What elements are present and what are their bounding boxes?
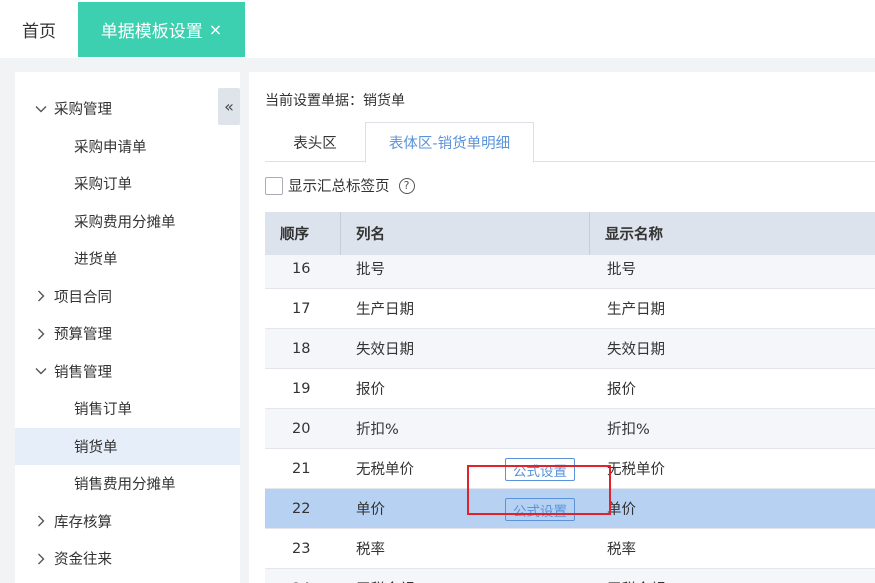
column-name-text: 折扣% bbox=[356, 422, 399, 438]
cell-display-name[interactable]: 单价 bbox=[590, 489, 875, 528]
section-tabs: 表头区 表体区-销货单明细 bbox=[265, 122, 875, 163]
table-row[interactable]: 23 税率 税率 bbox=[265, 529, 875, 569]
table-row[interactable]: 17 生产日期 生产日期 bbox=[265, 289, 875, 329]
column-name-text: 单价 bbox=[356, 502, 385, 518]
sidebar-item-label: 采购申请单 bbox=[74, 139, 147, 156]
table-row[interactable]: 24无税金额无税金额 bbox=[265, 569, 875, 583]
cell-seq: 23 bbox=[292, 540, 311, 557]
sidebar-item-label: 采购管理 bbox=[54, 102, 112, 118]
tab-label: 单据模板设置 bbox=[100, 22, 203, 42]
sidebar-item[interactable]: 预算管理 bbox=[15, 315, 240, 352]
sidebar-item-label: 销售费用分摊单 bbox=[74, 477, 176, 493]
sidebar-item[interactable]: 库存核算 bbox=[15, 503, 240, 540]
chevron-right-icon[interactable] bbox=[35, 515, 47, 527]
sidebar-item[interactable]: 销售订单 bbox=[15, 390, 240, 427]
cell-display-name[interactable]: 税率 bbox=[590, 529, 875, 568]
sidebar-item[interactable]: 销售管理 bbox=[15, 353, 240, 390]
cell-column-name: 报价 bbox=[341, 369, 590, 408]
column-name-text: 报价 bbox=[356, 382, 385, 398]
cell-display-name[interactable]: 生产日期 bbox=[590, 289, 875, 328]
top-tab-bar: 首页 单据模板设置 × bbox=[0, 0, 875, 58]
sidebar-item[interactable]: 采购订单 bbox=[15, 165, 240, 202]
column-name-text: 无税单价 bbox=[356, 462, 414, 478]
sidebar-item-label: 库存核算 bbox=[54, 514, 112, 531]
sidebar-item[interactable]: 资金往来 bbox=[15, 540, 240, 577]
table-row[interactable]: 18 失效日期 失效日期 bbox=[265, 329, 875, 369]
sidebar-item-label: 采购费用分摊单 bbox=[74, 214, 176, 231]
sidebar-item-label: 进货单 bbox=[74, 252, 118, 268]
sidebar-item-label: 销货单 bbox=[74, 439, 118, 456]
sidebar-item-label: 项目合同 bbox=[54, 289, 112, 306]
cell-display-name[interactable]: 报价 bbox=[590, 369, 875, 408]
sidebar-item-label: 销售管理 bbox=[54, 364, 112, 381]
sidebar-item-label: 预算管理 bbox=[54, 327, 112, 343]
header-seq: 顺序 bbox=[265, 212, 341, 255]
cell-seq: 21 bbox=[292, 460, 311, 477]
column-name-text: 无税金额 bbox=[356, 578, 414, 583]
header-column-name: 列名 bbox=[341, 212, 590, 255]
cell-column-name: 税率 bbox=[341, 529, 590, 568]
cell-column-name: 折扣% bbox=[341, 409, 590, 448]
current-document-label: 当前设置单据：销货单 bbox=[265, 93, 405, 109]
cell-display-name[interactable]: 失效日期 bbox=[590, 329, 875, 368]
show-summary-label: 显示汇总标签页 bbox=[288, 179, 390, 195]
show-summary-option: 显示汇总标签页 ? bbox=[265, 175, 415, 196]
chevron-right-icon[interactable] bbox=[35, 328, 47, 340]
tab-document-template-settings[interactable]: 单据模板设置 × bbox=[78, 2, 245, 57]
cell-display-name[interactable]: 无税单价 bbox=[590, 449, 875, 488]
cell-column-name: 失效日期 bbox=[341, 329, 590, 368]
sidebar-item[interactable]: 采购申请单 bbox=[15, 128, 240, 165]
column-name-text: 生产日期 bbox=[356, 302, 414, 318]
column-name-text: 批号 bbox=[356, 262, 385, 278]
sidebar-item-label: 资金往来 bbox=[54, 552, 112, 568]
table-row[interactable]: 19 报价 报价 bbox=[265, 369, 875, 409]
spacer bbox=[0, 58, 875, 72]
collapse-sidebar-button[interactable]: « bbox=[218, 88, 240, 125]
table-row[interactable]: 20 折扣% 折扣% bbox=[265, 409, 875, 449]
cell-display-name[interactable]: 折扣% bbox=[590, 409, 875, 448]
help-icon[interactable]: ? bbox=[398, 177, 415, 194]
cell-seq: 18 bbox=[292, 340, 311, 357]
sidebar-item-label: 销售订单 bbox=[74, 402, 132, 418]
tab-header-area[interactable]: 表头区 bbox=[265, 122, 365, 162]
cell-seq: 22 bbox=[292, 500, 311, 517]
cell-column-name: 生产日期 bbox=[341, 289, 590, 328]
table-header: 顺序 列名 显示名称 bbox=[265, 212, 875, 255]
table-body: 16 批号 批号 17 生产日期 生产日期 18 失效日期 失效日期 19 报价 报价 20 折扣% 折扣%… bbox=[265, 249, 875, 583]
cell-seq: 20 bbox=[292, 420, 311, 437]
sidebar-item[interactable]: 销货单 bbox=[15, 427, 240, 465]
sidebar-item[interactable]: 进货单 bbox=[15, 240, 240, 277]
cell-seq: 19 bbox=[292, 380, 311, 397]
header-display-name: 显示名称 bbox=[605, 227, 663, 243]
tab-body-area[interactable]: 表体区-销货单明细 bbox=[365, 122, 534, 163]
sidebar-item[interactable]: 销售费用分摊单 bbox=[15, 465, 240, 502]
sidebar-item[interactable]: 采购管理 bbox=[15, 90, 240, 127]
cell-seq: 24 bbox=[265, 569, 341, 583]
show-summary-checkbox[interactable] bbox=[265, 176, 283, 195]
close-icon[interactable]: × bbox=[209, 20, 222, 39]
columns-table: 顺序 列名 显示名称 16 批号 批号 17 生产日期 生产日期 18 失效日期 失效日期 19 报… bbox=[265, 212, 875, 583]
sidebar-item[interactable]: 采购费用分摊单 bbox=[15, 203, 240, 240]
cell-display-name[interactable]: 无税金额 bbox=[590, 569, 875, 583]
cell-seq: 17 bbox=[292, 300, 311, 317]
sidebar: 采购管理采购申请单采购订单采购费用分摊单 进货单项目合同预算管理销售管理销售订单销… bbox=[15, 72, 240, 583]
table-row[interactable]: 16 批号 批号 bbox=[265, 249, 875, 289]
chevron-down-icon[interactable] bbox=[35, 103, 47, 115]
chevron-right-icon[interactable] bbox=[35, 290, 47, 302]
sidebar-item-label: 采购订单 bbox=[74, 177, 132, 193]
chevron-right-icon[interactable] bbox=[35, 553, 47, 565]
sidebar-item[interactable]: 项目合同 bbox=[15, 278, 240, 315]
column-name-text: 失效日期 bbox=[356, 342, 414, 358]
chevron-down-icon[interactable] bbox=[35, 365, 47, 377]
cell-column-name: 无税金额 bbox=[341, 569, 590, 583]
red-annotation-box bbox=[467, 465, 611, 515]
column-name-text: 税率 bbox=[356, 542, 385, 558]
tab-home[interactable]: 首页 bbox=[0, 0, 78, 58]
